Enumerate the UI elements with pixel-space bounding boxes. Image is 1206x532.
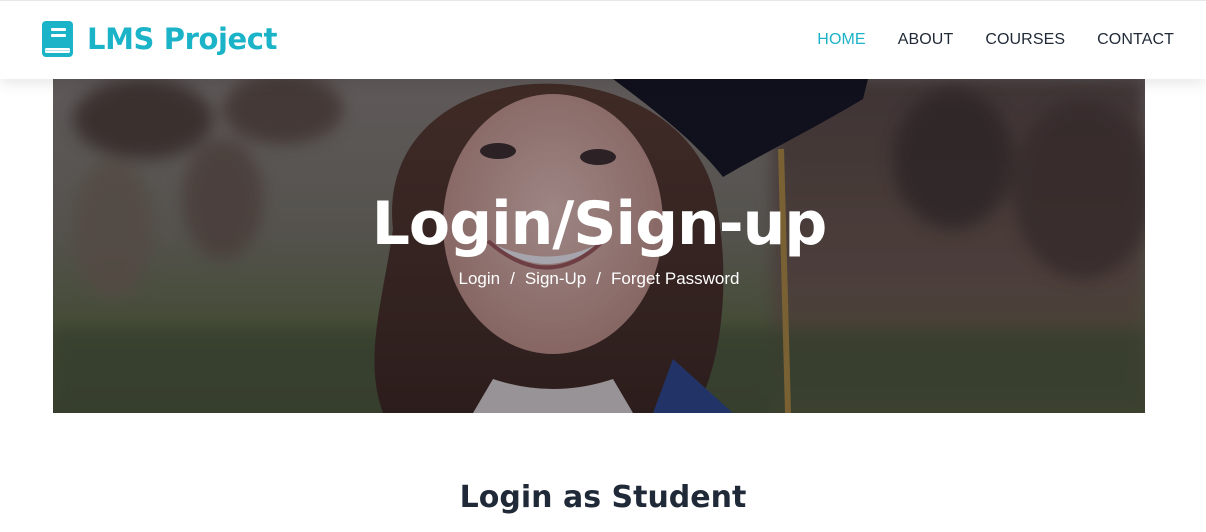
hero-banner: Login/Sign-up Login / Sign-Up / Forget P… bbox=[53, 79, 1145, 413]
brand-link[interactable]: LMS Project bbox=[42, 20, 277, 58]
breadcrumb-separator: / bbox=[510, 269, 515, 288]
page-title: Login/Sign-up bbox=[371, 189, 828, 259]
nav-courses[interactable]: COURSES bbox=[985, 29, 1065, 51]
main-nav: HOME ABOUT COURSES CONTACT bbox=[785, 29, 1174, 51]
nav-contact[interactable]: CONTACT bbox=[1097, 29, 1174, 51]
breadcrumb-sign-up[interactable]: Sign-Up bbox=[525, 269, 586, 289]
nav-home[interactable]: HOME bbox=[817, 29, 865, 51]
nav-about[interactable]: ABOUT bbox=[898, 29, 954, 51]
book-icon bbox=[42, 21, 73, 57]
navbar: LMS Project HOME ABOUT COURSES CONTACT bbox=[0, 0, 1206, 79]
breadcrumb-separator: / bbox=[596, 269, 601, 288]
breadcrumb: Login / Sign-Up / Forget Password bbox=[53, 269, 1145, 289]
breadcrumb-login[interactable]: Login bbox=[459, 269, 501, 289]
breadcrumb-forget-password[interactable]: Forget Password bbox=[611, 269, 740, 289]
brand-title: LMS Project bbox=[87, 22, 278, 56]
login-section-title: Login as Student bbox=[459, 480, 747, 515]
